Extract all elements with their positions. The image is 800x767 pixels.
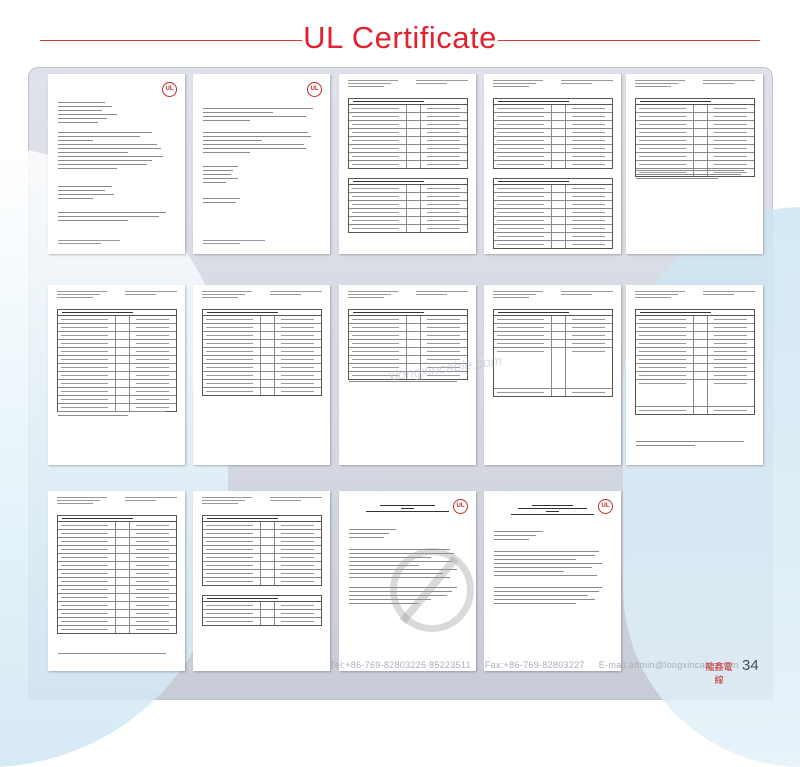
ul-logo-icon: UL xyxy=(162,82,177,97)
certificate-page-1[interactable]: UL xyxy=(48,74,185,254)
certificate-page-12[interactable] xyxy=(193,491,330,671)
certificate-page-3[interactable] xyxy=(339,74,476,254)
page-title: UL Certificate xyxy=(303,20,497,55)
title-rule-left xyxy=(40,40,302,41)
certificate-page-5[interactable] xyxy=(626,74,763,254)
certificate-page-11[interactable] xyxy=(48,491,185,671)
certificate-page-7[interactable] xyxy=(193,285,330,465)
title-rule-right xyxy=(498,40,760,41)
certificate-page-2[interactable]: UL xyxy=(193,74,330,254)
certificate-page-6[interactable] xyxy=(48,285,185,465)
certificate-page-4[interactable] xyxy=(484,74,621,254)
page-number: 34 xyxy=(742,657,759,674)
no-copy-seal-icon xyxy=(390,548,474,632)
contact-footer: Tel:+86-769-82803226 85223511 Fax:+86-769… xyxy=(330,660,740,680)
brand-logo: 龍鑫電線 xyxy=(705,662,733,685)
certificate-page-10[interactable] xyxy=(626,285,763,465)
footer-tel: Tel:+86-769-82803226 85223511 xyxy=(330,660,471,670)
ul-logo-icon: UL xyxy=(307,82,322,97)
title-bar: UL Certificate xyxy=(0,0,800,70)
footer-fax: Fax:+86-769-82803227 xyxy=(484,660,585,670)
certificate-page-9[interactable] xyxy=(484,285,621,465)
certificate-page-14[interactable]: UL xyxy=(484,491,621,671)
